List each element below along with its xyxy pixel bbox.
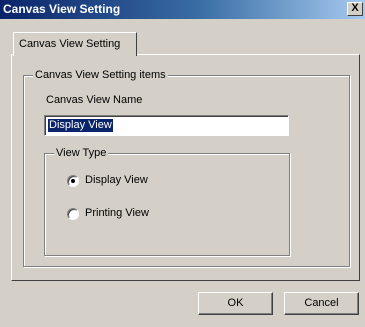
radio-selected-dot	[71, 179, 75, 183]
close-button[interactable]: X	[347, 2, 363, 16]
tab-label: Canvas View Setting	[19, 38, 121, 50]
view-type-legend: View Type	[54, 147, 109, 160]
radio-button-icon[interactable]	[67, 208, 79, 220]
view-type-group: View Type	[44, 147, 290, 256]
title-bar[interactable]: Canvas View Setting X	[0, 0, 365, 19]
tab-canvas-view-setting[interactable]: Canvas View Setting	[13, 32, 137, 56]
group-legend: Canvas View Setting items	[33, 69, 168, 82]
window-title: Canvas View Setting	[3, 2, 121, 16]
canvas-view-setting-dialog: Canvas View Setting X Canvas View Settin…	[0, 0, 365, 327]
radio-display-view-label: Display View	[85, 174, 148, 186]
canvas-view-name-value: Display View	[48, 119, 113, 132]
radio-printing-view-label: Printing View	[85, 207, 149, 219]
close-icon: X	[351, 2, 359, 14]
radio-button-icon[interactable]	[67, 175, 79, 187]
cancel-button[interactable]: Cancel	[284, 292, 359, 315]
canvas-view-name-input[interactable]: Display View	[44, 115, 289, 136]
ok-button[interactable]: OK	[198, 292, 273, 315]
canvas-view-name-label: Canvas View Name	[46, 94, 143, 106]
